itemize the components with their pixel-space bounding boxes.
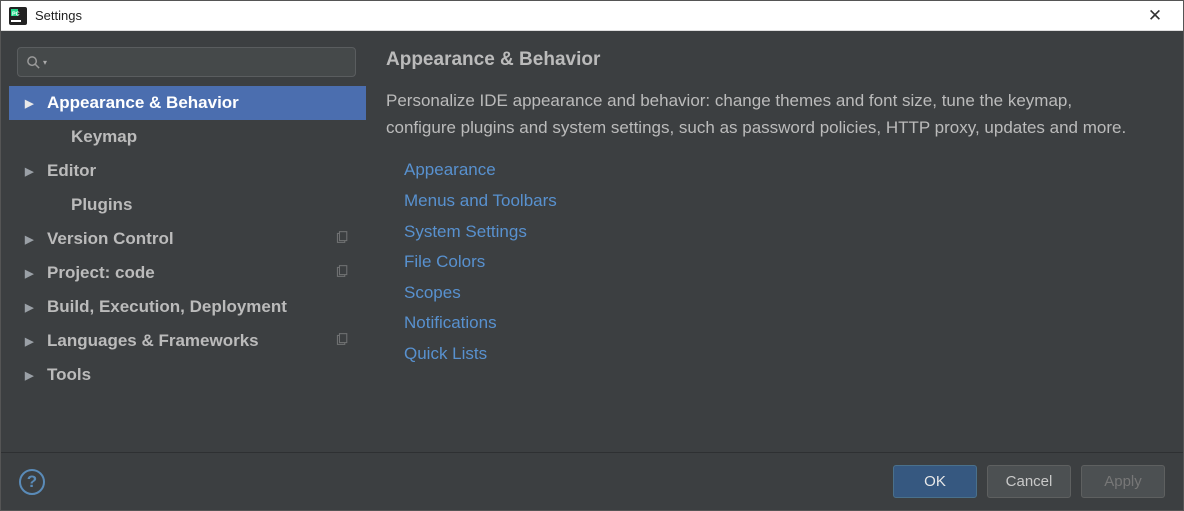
settings-window: PC Settings ✕ ▾ ▶ Appearance & Behavior Ke… [0, 0, 1184, 511]
expand-arrow-icon: ▶ [25, 301, 43, 314]
tree-item-build-execution-deployment[interactable]: ▶ Build, Execution, Deployment [9, 290, 366, 324]
tree-item-label: Tools [47, 365, 91, 385]
settings-tree: ▶ Appearance & Behavior Keymap ▶ Editor Plugi… [9, 86, 366, 452]
cancel-button[interactable]: Cancel [987, 465, 1071, 498]
tree-item-plugins[interactable]: Plugins [9, 188, 366, 222]
tree-item-version-control[interactable]: ▶ Version Control [9, 222, 366, 256]
close-button[interactable]: ✕ [1135, 6, 1175, 26]
expand-arrow-icon: ▶ [25, 369, 43, 382]
tree-item-label: Project: code [47, 263, 155, 283]
project-scope-icon [335, 331, 348, 351]
titlebar: PC Settings ✕ [1, 1, 1183, 31]
panel-links: AppearanceMenus and ToolbarsSystem Setti… [386, 155, 1163, 369]
expand-arrow-icon: ▶ [25, 233, 43, 246]
tree-item-label: Editor [47, 161, 96, 181]
search-history-caret-icon[interactable]: ▾ [43, 58, 47, 67]
apply-button[interactable]: Apply [1081, 465, 1165, 498]
search-input[interactable]: ▾ [17, 47, 356, 77]
expand-arrow-icon: ▶ [25, 267, 43, 280]
expand-arrow-icon: ▶ [25, 97, 43, 110]
link-menus-and-toolbars[interactable]: Menus and Toolbars [386, 186, 1163, 217]
app-icon: PC [9, 7, 27, 25]
link-scopes[interactable]: Scopes [386, 278, 1163, 309]
dialog-content: ▾ ▶ Appearance & Behavior Keymap ▶ Editor Plu… [1, 31, 1183, 452]
search-icon [26, 55, 41, 70]
tree-item-languages-frameworks[interactable]: ▶ Languages & Frameworks [9, 324, 366, 358]
tree-item-appearance-behavior[interactable]: ▶ Appearance & Behavior [9, 86, 366, 120]
tree-item-tools[interactable]: ▶ Tools [9, 358, 366, 392]
ok-button[interactable]: OK [893, 465, 977, 498]
svg-text:PC: PC [12, 11, 20, 17]
panel-heading: Appearance & Behavior [386, 49, 1163, 71]
tree-item-keymap[interactable]: Keymap [9, 120, 366, 154]
dialog-footer: ? OK Cancel Apply [1, 452, 1183, 510]
window-title: Settings [35, 8, 1135, 23]
project-scope-icon [335, 229, 348, 249]
tree-item-label: Keymap [71, 127, 137, 147]
tree-item-label: Version Control [47, 229, 174, 249]
expand-arrow-icon: ▶ [25, 335, 43, 348]
tree-item-label: Languages & Frameworks [47, 331, 259, 351]
link-file-colors[interactable]: File Colors [386, 247, 1163, 278]
main-panel: Appearance & Behavior Personalize IDE ap… [366, 31, 1183, 452]
tree-item-label: Plugins [71, 195, 132, 215]
tree-item-editor[interactable]: ▶ Editor [9, 154, 366, 188]
panel-description: Personalize IDE appearance and behavior:… [386, 87, 1146, 141]
dialog-body: ▾ ▶ Appearance & Behavior Keymap ▶ Editor Plu… [1, 31, 1183, 510]
link-quick-lists[interactable]: Quick Lists [386, 339, 1163, 370]
expand-arrow-icon: ▶ [25, 165, 43, 178]
tree-item-label: Build, Execution, Deployment [47, 297, 287, 317]
sidebar: ▾ ▶ Appearance & Behavior Keymap ▶ Editor Plu… [1, 31, 366, 452]
tree-item-label: Appearance & Behavior [47, 93, 239, 113]
link-system-settings[interactable]: System Settings [386, 217, 1163, 248]
help-button[interactable]: ? [19, 469, 45, 495]
link-appearance[interactable]: Appearance [386, 155, 1163, 186]
link-notifications[interactable]: Notifications [386, 308, 1163, 339]
project-scope-icon [335, 263, 348, 283]
tree-item-project-code[interactable]: ▶ Project: code [9, 256, 366, 290]
